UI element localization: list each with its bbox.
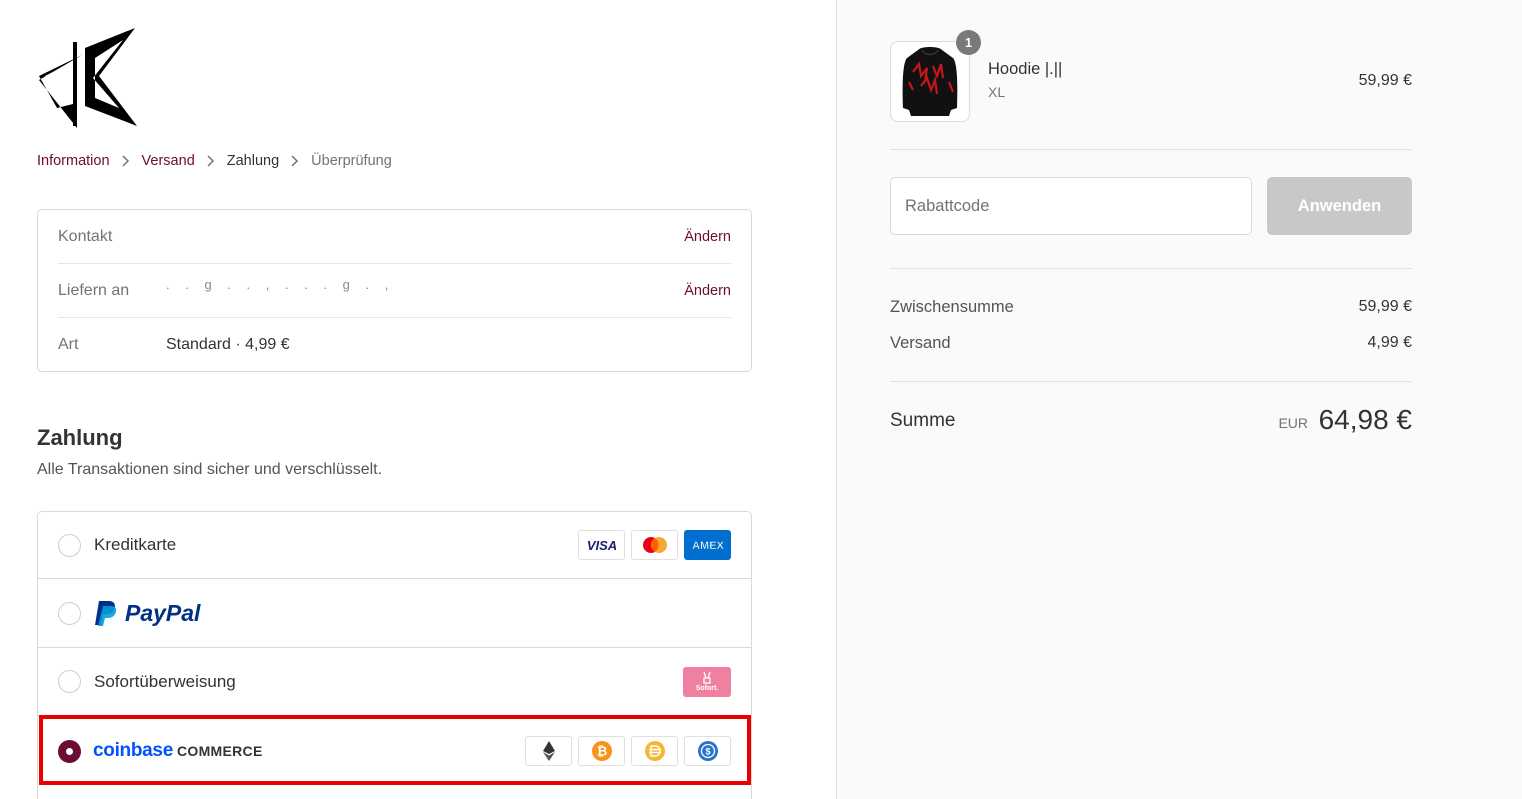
amex-text: AMEX xyxy=(692,540,724,552)
method-value: Standard · 4,99 € xyxy=(166,336,290,353)
contact-label: Kontakt xyxy=(58,227,113,245)
visa-icon: VISA xyxy=(578,530,625,560)
product-thumbnail xyxy=(890,41,970,122)
product-price: 59,99 € xyxy=(1358,72,1412,89)
paypal-logo: PayPal xyxy=(93,599,200,627)
payment-option-creditcard[interactable]: Kreditkarte VISA AMEX xyxy=(38,512,751,579)
breadcrumb: Information Versand Zahlung Überprüfung xyxy=(37,153,392,169)
sofort-icons: Sofort. xyxy=(683,666,731,697)
ship-to-label: Liefern an xyxy=(58,281,130,299)
review-contact-row: Kontakt Ändern xyxy=(58,210,731,264)
review-summary: Kontakt Ändern Liefern an . . g . . , . … xyxy=(37,209,752,372)
breadcrumb-ueberpruefung: Überprüfung xyxy=(311,153,392,169)
sofort-icon: Sofort. xyxy=(683,666,731,697)
method-label: Art xyxy=(58,336,79,353)
ship-to-value: . . g . . , . . . g . , xyxy=(166,277,395,292)
creditcard-label: Kreditkarte xyxy=(94,535,177,554)
amex-icon: AMEX xyxy=(684,530,731,560)
sofort-label: Sofortüberweisung xyxy=(94,671,236,691)
change-contact-link[interactable]: Ändern xyxy=(684,229,731,245)
breadcrumb-information[interactable]: Information xyxy=(37,153,110,169)
quantity-badge: 1 xyxy=(956,30,981,55)
chevron-right-icon xyxy=(122,155,129,167)
sofort-radio[interactable] xyxy=(58,670,81,693)
shipping-value: 4,99 € xyxy=(1367,334,1412,351)
apply-discount-button[interactable]: Anwenden xyxy=(1267,177,1412,235)
card-icons: VISA AMEX xyxy=(578,530,731,560)
total-label: Summe xyxy=(890,410,956,431)
review-shipping-row: Liefern an . . g . . , . . . g . , Änder… xyxy=(58,264,731,318)
payment-option-paypal[interactable]: PayPal xyxy=(38,579,751,648)
divider xyxy=(890,268,1412,269)
product-variant: XL xyxy=(988,84,1006,100)
mastercard-icon xyxy=(631,530,678,560)
selected-option-highlight xyxy=(39,715,751,785)
paypal-text: PayPal xyxy=(125,599,201,626)
total-value: 64,98 € xyxy=(1318,404,1412,435)
divider xyxy=(890,149,1412,150)
subtotal-label: Zwischensumme xyxy=(890,298,1014,316)
paypal-icon xyxy=(95,601,117,626)
checkout-main: Information Versand Zahlung Überprüfung … xyxy=(0,0,836,799)
creditcard-radio[interactable] xyxy=(58,533,81,557)
total-currency: EUR xyxy=(1278,415,1308,431)
shipping-label: Versand xyxy=(890,334,951,352)
payment-heading: Zahlung xyxy=(37,425,123,450)
visa-text: VISA xyxy=(586,538,616,552)
breadcrumb-versand[interactable]: Versand xyxy=(142,153,195,169)
breadcrumb-zahlung: Zahlung xyxy=(226,153,280,169)
hoodie-image xyxy=(902,47,958,116)
paypal-radio[interactable] xyxy=(58,601,81,625)
change-shipping-link[interactable]: Ändern xyxy=(684,283,731,299)
chevron-right-icon xyxy=(291,155,299,167)
sofort-badge-text: Sofort. xyxy=(695,684,719,692)
payment-subtitle: Alle Transaktionen sind sicher und versc… xyxy=(37,461,383,478)
discount-code-input[interactable] xyxy=(890,177,1252,235)
divider xyxy=(890,381,1412,382)
subtotal-value: 59,99 € xyxy=(1358,298,1412,315)
chevron-right-icon xyxy=(207,155,214,167)
payment-option-sofort[interactable]: Sofortüberweisung Sofort. xyxy=(38,648,751,716)
store-logo[interactable] xyxy=(37,28,138,128)
product-name: Hoodie |.|| xyxy=(988,60,1063,78)
review-method-row: Art Standard · 4,99 € xyxy=(58,318,731,372)
